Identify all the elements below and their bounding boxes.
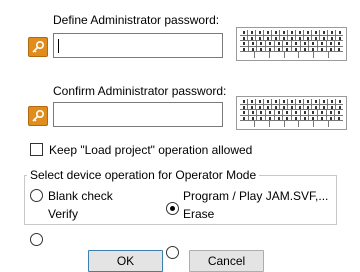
- radio-label-erase: Erase: [183, 207, 215, 221]
- key-glyph-icon: [32, 109, 45, 122]
- key-icon: [28, 37, 48, 57]
- key-icon: [28, 106, 48, 126]
- virtual-keyboard-button-define[interactable]: [236, 27, 347, 61]
- radio-program-play[interactable]: [166, 202, 179, 215]
- keep-load-project-label: Keep "Load project" operation allowed: [49, 143, 253, 157]
- text-caret: [58, 38, 59, 53]
- keep-load-project-checkbox[interactable]: [30, 143, 43, 156]
- confirm-password-input[interactable]: [53, 102, 223, 127]
- radio-label-blank-check: Blank check: [48, 189, 113, 203]
- key-glyph-icon: [32, 40, 45, 53]
- radio-blank-check[interactable]: [30, 189, 43, 202]
- radio-label-verify: Verify: [48, 207, 79, 221]
- cancel-button[interactable]: Cancel: [189, 250, 264, 272]
- device-operation-title: Select device operation for Operator Mod…: [27, 168, 260, 182]
- define-password-label: Define Administrator password:: [53, 13, 220, 27]
- radio-label-program-play: Program / Play JAM.SVF,...: [183, 189, 329, 203]
- define-password-input[interactable]: [53, 33, 223, 58]
- ok-button[interactable]: OK: [88, 250, 163, 272]
- confirm-password-label: Confirm Administrator password:: [53, 84, 227, 98]
- radio-erase[interactable]: [166, 246, 179, 259]
- radio-verify[interactable]: [30, 233, 43, 246]
- virtual-keyboard-button-confirm[interactable]: [236, 96, 347, 130]
